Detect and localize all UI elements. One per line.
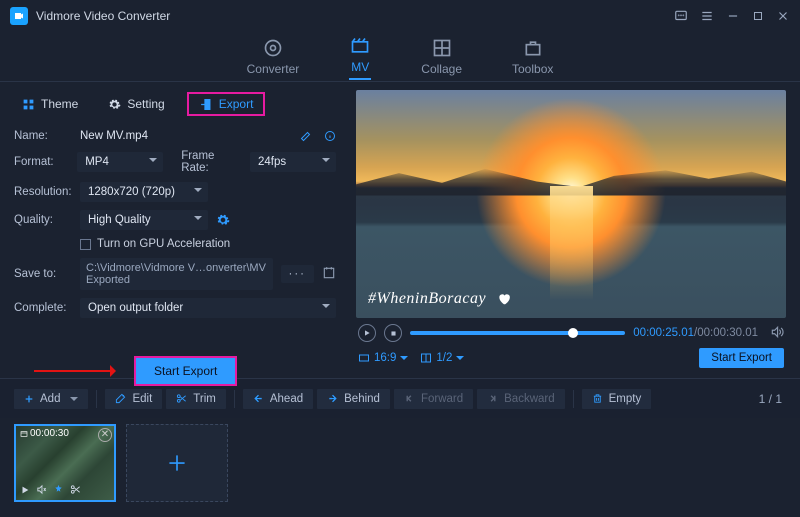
close-button[interactable] [776, 9, 790, 23]
export-panel: Theme Setting Export Name: New MV.mp4 Fo… [0, 82, 350, 378]
feedback-icon[interactable] [674, 9, 688, 23]
play-button[interactable] [358, 324, 376, 342]
clip-mute-icon[interactable] [36, 484, 47, 498]
minimize-button[interactable] [726, 9, 740, 23]
empty-button[interactable]: Empty [582, 389, 652, 409]
heart-icon [496, 292, 512, 306]
trim-button[interactable]: Trim [166, 389, 226, 409]
framerate-select[interactable]: 24fps [250, 152, 336, 172]
aspect-select[interactable]: 16:9 [358, 352, 408, 364]
quality-settings-icon[interactable] [216, 213, 230, 227]
playback-controls: 00:00:25.01/00:00:30.01 [356, 318, 786, 348]
clip-play-icon[interactable] [20, 484, 30, 498]
edit-button[interactable]: Edit [105, 389, 162, 409]
add-button[interactable]: Add [14, 389, 88, 409]
saveto-path: C:\Vidmore\Vidmore V…onverter\MV Exporte… [80, 258, 273, 290]
ahead-button[interactable]: Ahead [243, 389, 313, 409]
resolution-select[interactable]: 1280x720 (720p) [80, 182, 208, 202]
clip-thumbnail[interactable]: 00:00:30 ✕ [14, 424, 116, 502]
gpu-checkbox[interactable]: Turn on GPU Acceleration [80, 238, 230, 250]
top-nav: Converter MV Collage Toolbox [0, 32, 800, 82]
open-folder-icon[interactable] [322, 266, 336, 283]
preview-panel: #WheninBoracay 00:00:25.01/00:00:30.01 1… [350, 82, 800, 378]
nav-mv[interactable]: MV [349, 36, 371, 80]
start-export-secondary-button[interactable]: Start Export [699, 348, 784, 368]
page-indicator: 1 / 1 [759, 392, 786, 406]
quality-select[interactable]: High Quality [80, 210, 208, 230]
titlebar: Vidmore Video Converter [0, 0, 800, 32]
app-title: Vidmore Video Converter [36, 9, 674, 23]
nav-converter[interactable]: Converter [247, 38, 300, 76]
time-current: 00:00:25.01 [633, 327, 694, 339]
add-clip-button[interactable] [126, 424, 228, 502]
clip-tray: 00:00:30 ✕ [0, 418, 800, 508]
preview-overlay-text: #WheninBoracay [368, 290, 512, 308]
clip-remove-icon[interactable]: ✕ [98, 428, 112, 442]
time-total: /00:00:30.01 [694, 327, 758, 339]
seek-slider[interactable] [410, 331, 625, 335]
annotation-arrow [34, 370, 114, 372]
info-icon[interactable] [324, 130, 336, 142]
tab-theme[interactable]: Theme [14, 92, 86, 116]
complete-select[interactable]: Open output folder [80, 298, 336, 318]
menu-icon[interactable] [700, 9, 714, 23]
clip-trim-icon[interactable] [70, 484, 81, 498]
nav-toolbox[interactable]: Toolbox [512, 38, 553, 76]
resolution-label: Resolution: [14, 186, 72, 198]
edit-name-icon[interactable] [300, 130, 312, 142]
clip-duration: 00:00:30 [20, 428, 69, 439]
backward-button[interactable]: Backward [477, 389, 565, 409]
clip-effects-icon[interactable] [53, 484, 64, 498]
format-label: Format: [14, 156, 69, 168]
name-value: New MV.mp4 [80, 130, 288, 142]
format-select[interactable]: MP4 [77, 152, 163, 172]
maximize-button[interactable] [752, 10, 764, 22]
stop-button[interactable] [384, 324, 402, 342]
framerate-label: Frame Rate: [181, 150, 242, 174]
start-export-button[interactable]: Start Export [134, 356, 237, 386]
preview-video[interactable]: #WheninBoracay [356, 90, 786, 318]
complete-label: Complete: [14, 302, 72, 314]
split-select[interactable]: 1/2 [420, 352, 464, 364]
quality-label: Quality: [14, 214, 72, 226]
nav-collage[interactable]: Collage [421, 38, 462, 76]
tab-export[interactable]: Export [187, 92, 266, 116]
saveto-label: Save to: [14, 268, 72, 280]
tab-setting[interactable]: Setting [100, 92, 172, 116]
browse-button[interactable]: ··· [281, 265, 315, 283]
name-label: Name: [14, 130, 72, 142]
forward-button[interactable]: Forward [394, 389, 473, 409]
app-logo [10, 7, 28, 25]
behind-button[interactable]: Behind [317, 389, 390, 409]
volume-icon[interactable] [770, 325, 784, 342]
